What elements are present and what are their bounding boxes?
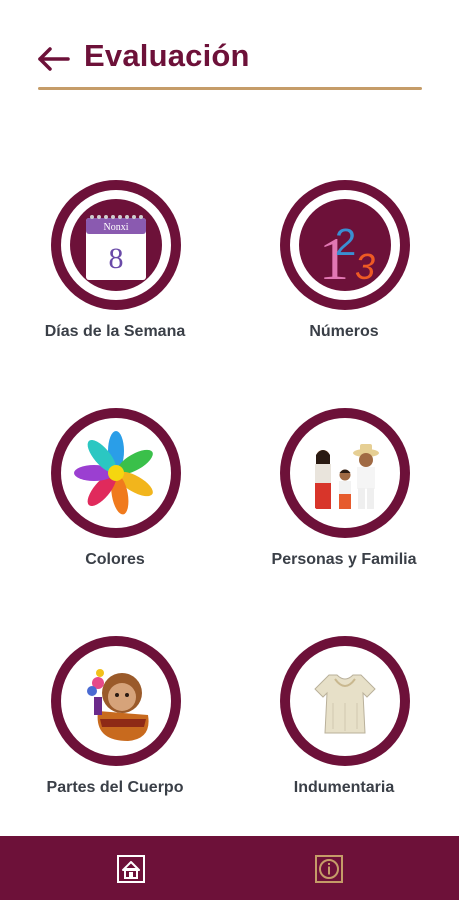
category-partes-cuerpo[interactable]: Partes del Cuerpo xyxy=(15,636,215,836)
info-button[interactable] xyxy=(314,854,344,884)
category-indumentaria[interactable]: Indumentaria xyxy=(244,636,444,836)
doll-icon xyxy=(87,669,149,741)
category-grid: Nonxi 8 Días de la Semana 1 2 3 Números xyxy=(0,0,459,835)
svg-text:Nonxi: Nonxi xyxy=(104,222,129,233)
svg-text:8: 8 xyxy=(109,242,124,275)
info-icon xyxy=(315,855,343,883)
category-label: Números xyxy=(309,323,379,340)
category-icon-ring xyxy=(51,636,181,766)
svg-text:2: 2 xyxy=(335,222,356,264)
bottom-nav-bar xyxy=(0,836,459,900)
category-label: Días de la Semana xyxy=(44,323,186,340)
category-personas-familia[interactable]: Personas y Familia xyxy=(244,408,444,608)
color-flower-icon xyxy=(74,431,153,515)
category-label: Personas y Familia xyxy=(271,551,417,568)
family-icon xyxy=(315,444,379,509)
category-icon-ring: Nonxi 8 xyxy=(51,180,181,310)
dress-icon xyxy=(314,674,376,734)
category-dias-semana[interactable]: Nonxi 8 Días de la Semana xyxy=(15,180,215,380)
home-icon xyxy=(117,855,145,883)
category-icon-ring xyxy=(280,636,410,766)
category-icon-ring xyxy=(280,408,410,538)
calendar-icon: Nonxi 8 xyxy=(86,215,146,280)
category-label: Indumentaria xyxy=(293,779,395,796)
category-icon-ring: 1 2 3 xyxy=(280,180,410,310)
category-label: Partes del Cuerpo xyxy=(46,779,184,796)
category-label: Colores xyxy=(85,551,145,568)
home-button[interactable] xyxy=(116,854,146,884)
category-icon-ring xyxy=(51,408,181,538)
numbers-icon: 1 2 3 xyxy=(319,222,375,291)
category-colores[interactable]: Colores xyxy=(15,408,215,608)
svg-text:3: 3 xyxy=(355,246,375,287)
category-numeros[interactable]: 1 2 3 Números xyxy=(244,180,444,380)
